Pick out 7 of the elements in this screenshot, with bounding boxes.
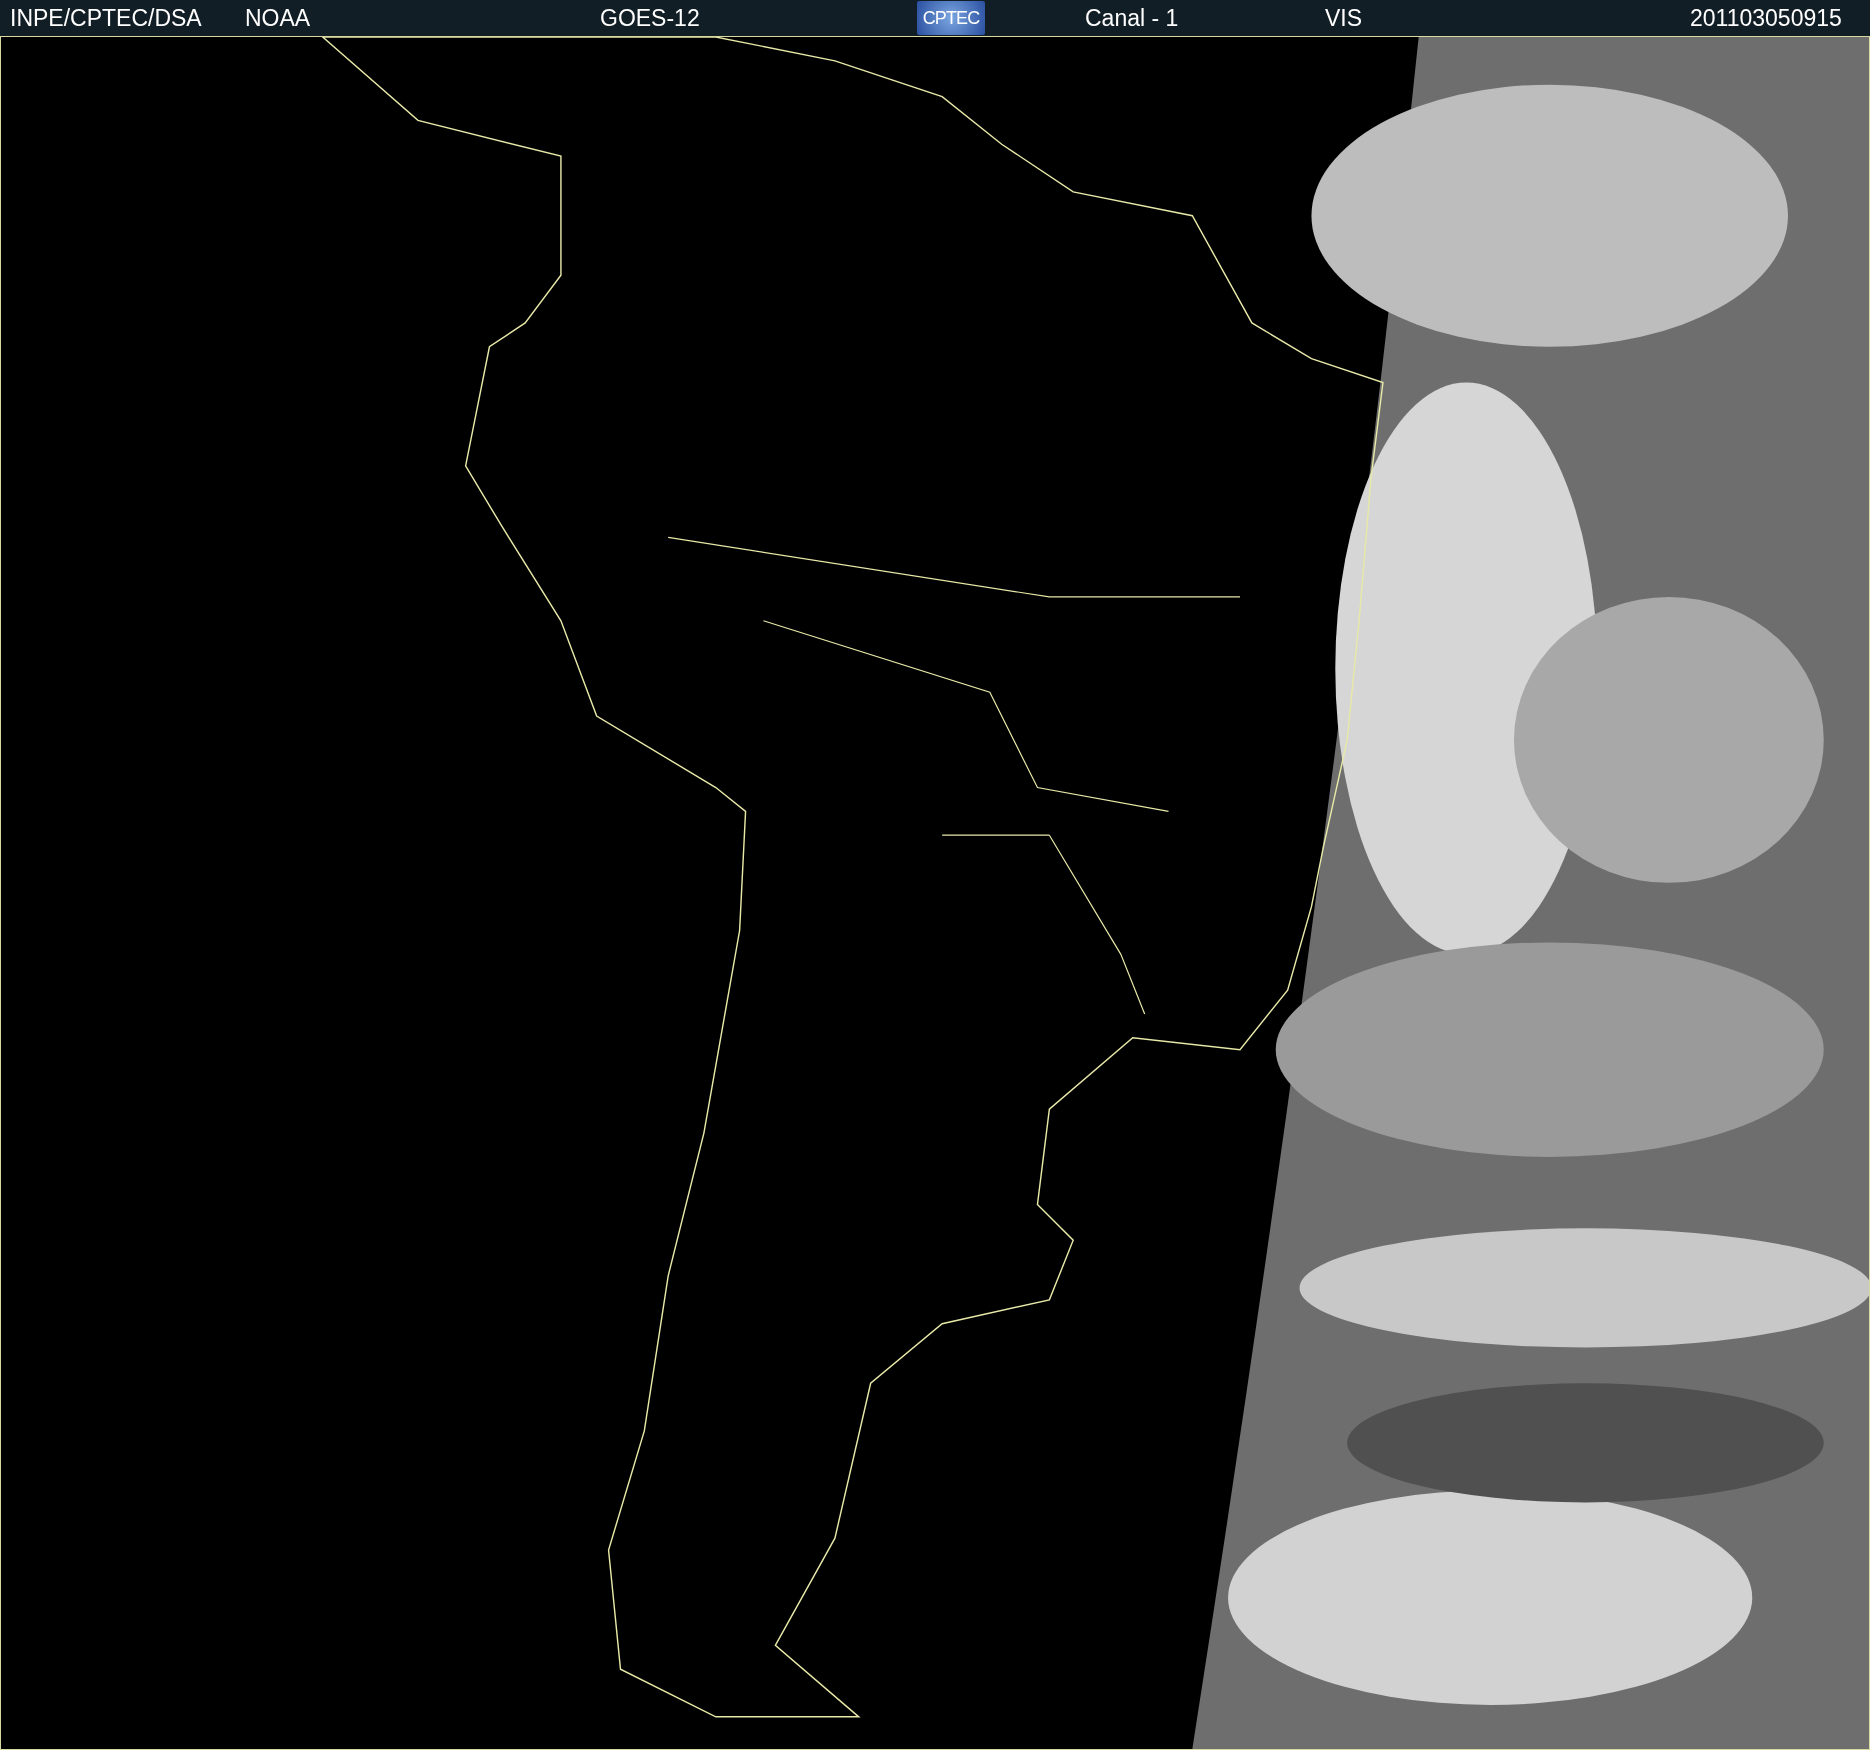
header-label: 201103050915 bbox=[1690, 4, 1842, 31]
header-label: INPE/CPTEC/DSA bbox=[10, 4, 202, 31]
logo: CPTEC bbox=[917, 1, 985, 35]
header-label: GOES-12 bbox=[600, 4, 700, 31]
header-label: NOAA bbox=[245, 4, 311, 31]
header-label: Canal - 1 bbox=[1085, 4, 1179, 31]
header-label: VIS bbox=[1325, 4, 1363, 31]
